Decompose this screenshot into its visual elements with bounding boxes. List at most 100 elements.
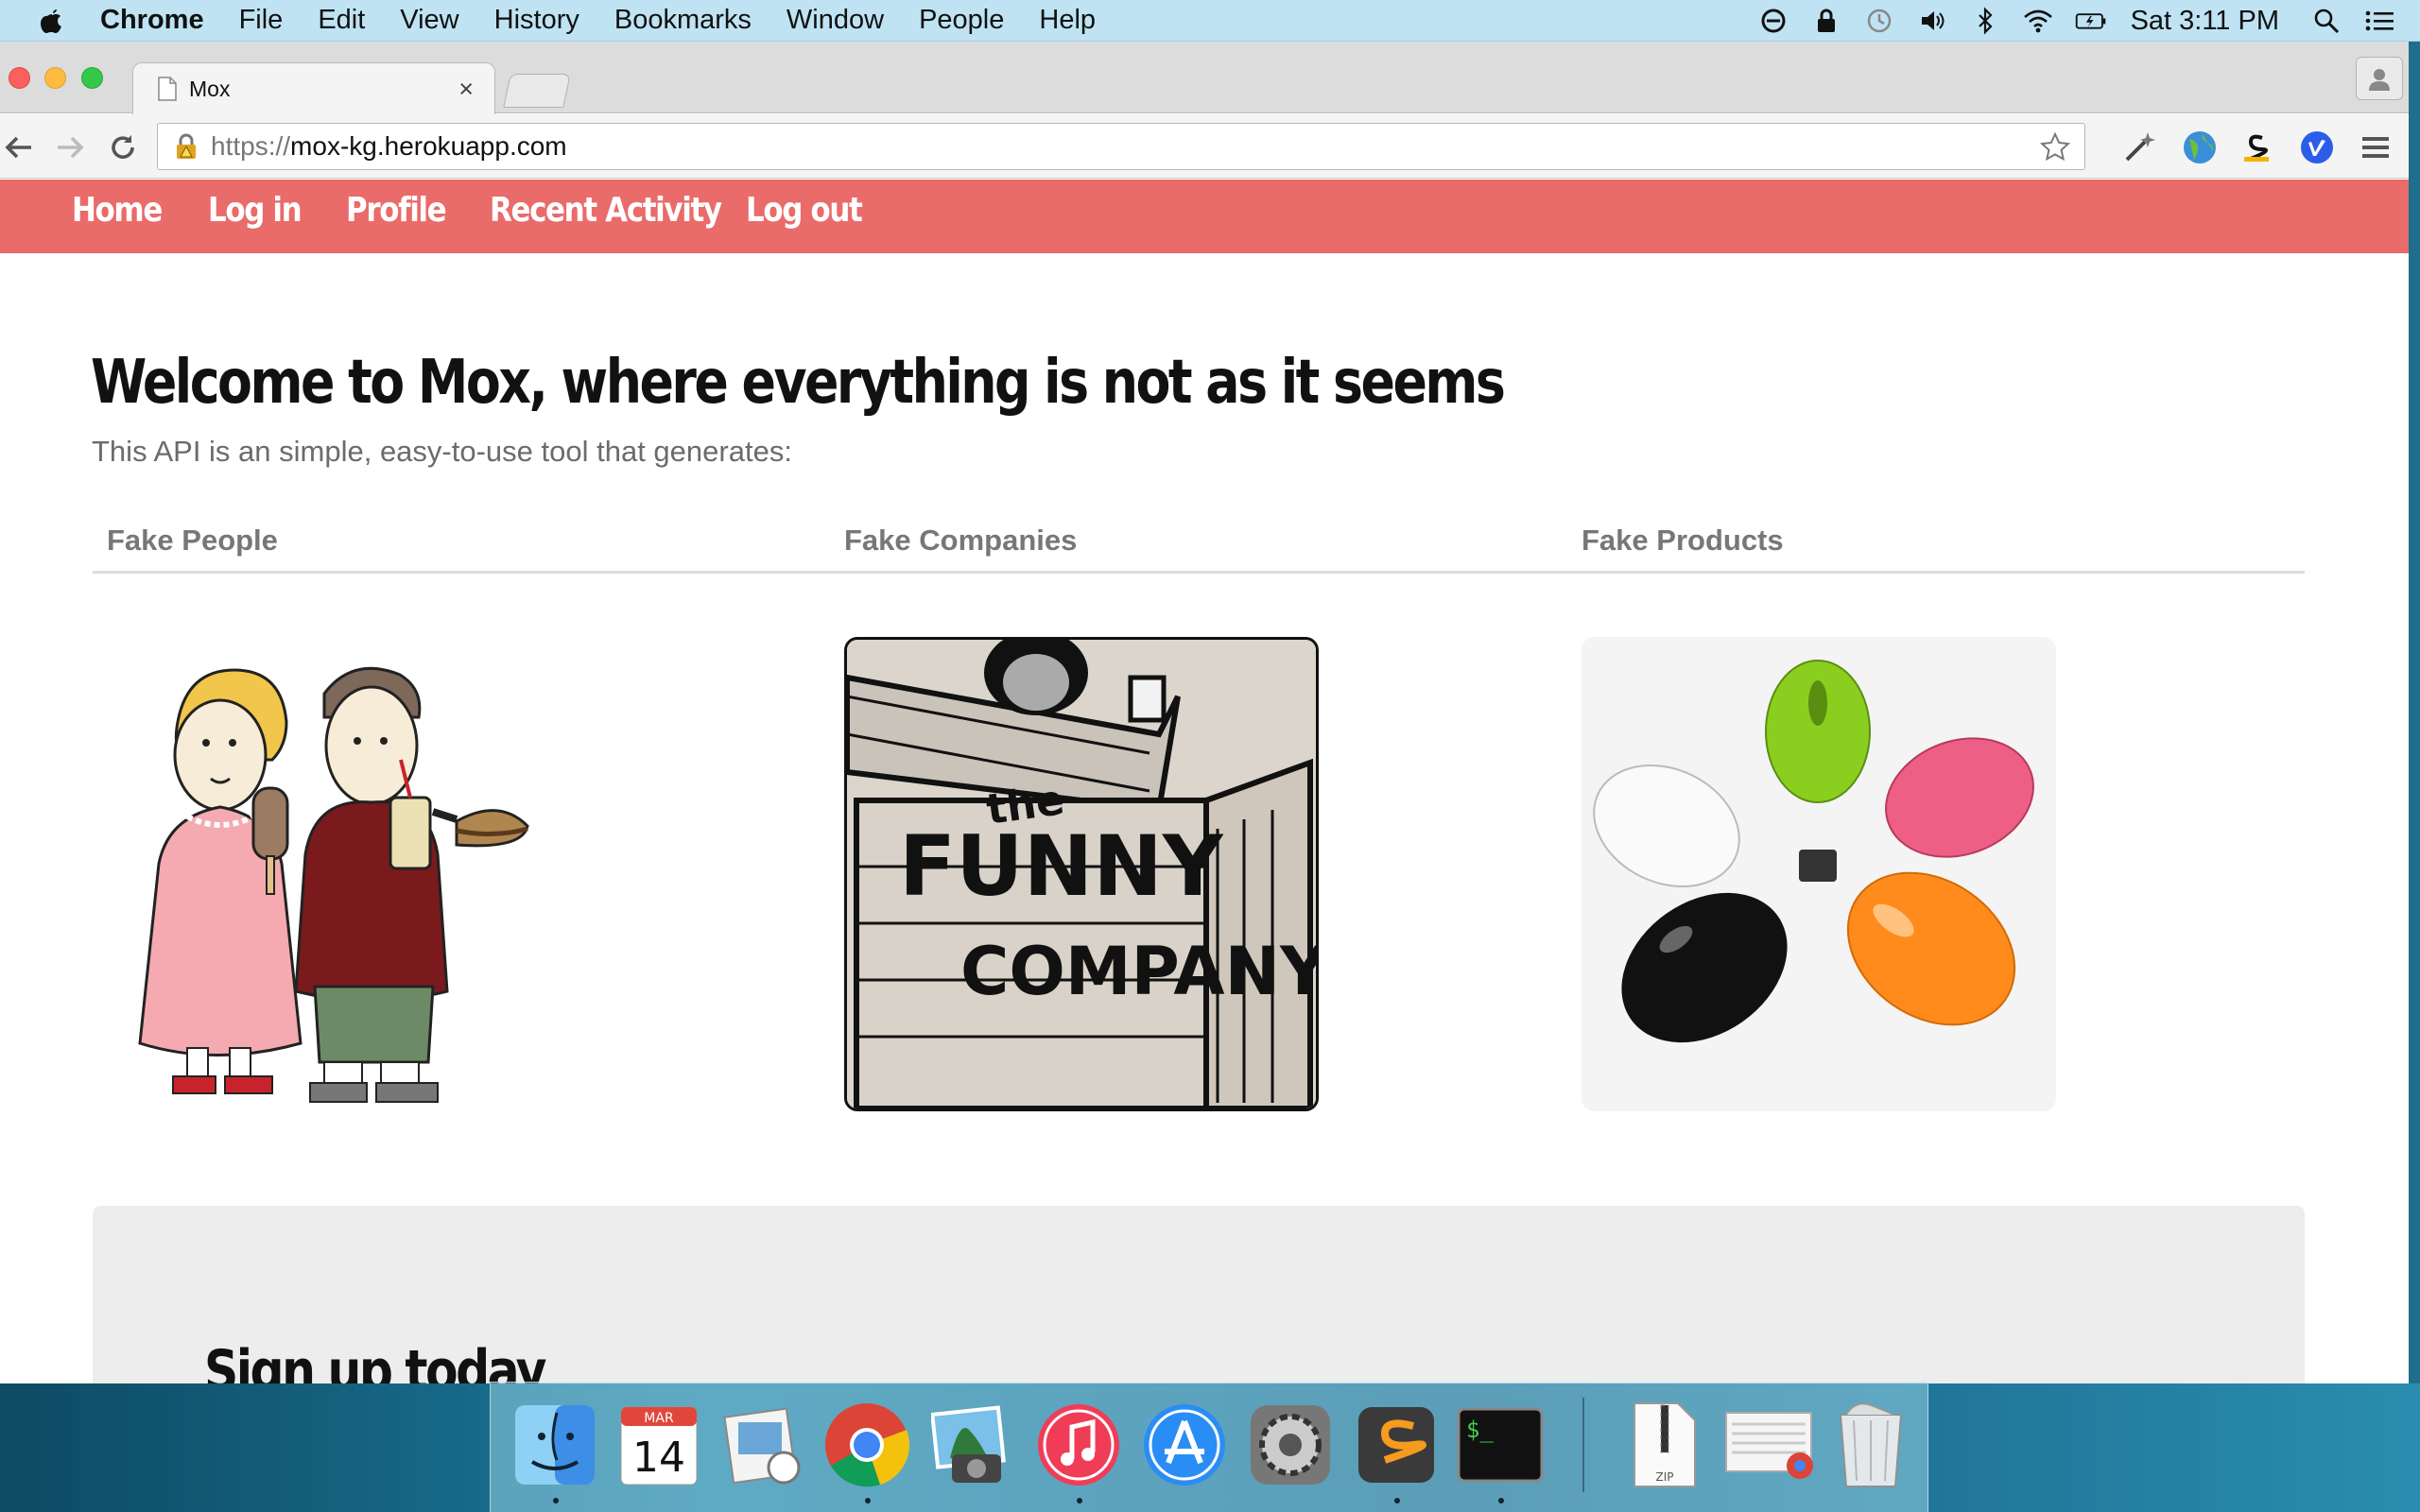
lock-icon[interactable]: [1810, 7, 1842, 35]
reload-button[interactable]: [104, 129, 142, 166]
menu-edit[interactable]: Edit: [318, 5, 365, 36]
dock: MAR 14 $_ ZIP: [490, 1382, 1928, 1512]
column-heading-fake-people: Fake People: [107, 524, 278, 557]
dock-finder[interactable]: [510, 1400, 600, 1503]
menu-people[interactable]: People: [919, 5, 1004, 36]
battery-icon[interactable]: [2075, 7, 2107, 35]
page-title: Welcome to Mox, where everything is not …: [91, 348, 1506, 418]
dock-calendar[interactable]: MAR 14: [614, 1400, 704, 1490]
menu-history[interactable]: History: [494, 5, 579, 36]
menu-file[interactable]: File: [239, 5, 284, 36]
status-area: Sat 3:11 PM: [1747, 0, 2420, 42]
address-bar[interactable]: https:// mox-kg.herokuapp.com: [157, 123, 2085, 170]
itunes-icon: [1038, 1404, 1119, 1486]
chrome-menu-icon[interactable]: [2358, 129, 2394, 165]
fake-products-image: [1582, 637, 2056, 1111]
divider: [93, 571, 2305, 574]
dock-chrome[interactable]: [821, 1400, 912, 1503]
dock-archive-zip[interactable]: ZIP: [1619, 1400, 1710, 1490]
column-heading-fake-companies: Fake Companies: [844, 524, 1078, 557]
running-indicator: [553, 1498, 559, 1503]
nav-log-out[interactable]: Log out: [746, 191, 863, 230]
profile-button[interactable]: [2356, 57, 2403, 100]
nav-recent-activity[interactable]: Recent Activity: [490, 191, 722, 230]
dock-separator: [1582, 1398, 1584, 1492]
company-sign-company: COMPANY: [960, 933, 1316, 1010]
url-scheme: https://: [211, 131, 291, 161]
reload-icon: [112, 135, 134, 159]
browser-window: Mox × https:// mox-kg.herokuapp.com Home…: [0, 42, 2409, 1383]
new-tab-button[interactable]: [503, 74, 571, 108]
sublime-text-icon: [1358, 1407, 1434, 1483]
finder-icon: [515, 1405, 595, 1485]
signup-panel: Sign up today: [93, 1206, 2305, 1383]
preview-icon: [723, 1407, 801, 1485]
calendar-day: 14: [632, 1434, 685, 1482]
do-not-disturb-icon[interactable]: [1757, 7, 1789, 35]
nav-home[interactable]: Home: [72, 191, 163, 230]
downloads-stack-icon: [1725, 1412, 1813, 1479]
page-favicon-icon: [158, 77, 177, 101]
page-intro: This API is an simple, easy-to-use tool …: [92, 435, 792, 468]
dock-trash[interactable]: [1825, 1400, 1916, 1490]
dock-system-preferences[interactable]: [1245, 1400, 1336, 1490]
macos-menu-bar: Chrome File Edit View History Bookmarks …: [0, 0, 2420, 42]
person-icon: [2369, 69, 2390, 91]
company-sign-funny: FUNNY: [899, 817, 1224, 915]
site-navbar: Home Log in Profile Recent Activity Log …: [0, 180, 2409, 253]
apple-menu-icon[interactable]: [38, 7, 66, 35]
tab-strip: Mox ×: [0, 42, 2409, 114]
volume-icon[interactable]: [1916, 7, 1948, 35]
tab-mox[interactable]: Mox ×: [132, 62, 495, 114]
forward-button[interactable]: [51, 129, 89, 166]
back-button[interactable]: [0, 129, 38, 166]
menu-help[interactable]: Help: [1039, 5, 1096, 36]
wand-extension-icon[interactable]: [2121, 129, 2157, 165]
window-minimize-button[interactable]: [44, 67, 66, 89]
bookmark-star-icon[interactable]: [2039, 131, 2071, 163]
fake-companies-image: the FUNNY COMPANY: [844, 637, 1319, 1111]
globe-extension-icon[interactable]: [2182, 129, 2218, 165]
svg-text:$_: $_: [1466, 1417, 1494, 1443]
window-zoom-button[interactable]: [81, 67, 103, 89]
time-machine-icon[interactable]: [1863, 7, 1895, 35]
dock-preview[interactable]: [717, 1400, 808, 1490]
tab-close-icon[interactable]: ×: [458, 75, 474, 104]
vimeo-extension-icon[interactable]: [2299, 129, 2335, 165]
dock-downloads-stack[interactable]: [1720, 1400, 1824, 1490]
s-extension-icon[interactable]: [2238, 129, 2274, 165]
dock-sublime-text[interactable]: [1351, 1400, 1442, 1503]
menubar-clock[interactable]: Sat 3:11 PM: [2131, 6, 2279, 37]
chrome-icon: [825, 1403, 909, 1487]
iphoto-icon: [931, 1405, 1006, 1483]
dock-itunes[interactable]: [1033, 1400, 1124, 1503]
zip-label: ZIP: [1656, 1470, 1674, 1484]
menu-window[interactable]: Window: [786, 5, 884, 36]
dock-iphoto[interactable]: [927, 1400, 1018, 1490]
fake-people-image: [121, 637, 596, 1111]
back-arrow-icon: [5, 136, 31, 159]
nav-log-in[interactable]: Log in: [208, 191, 302, 230]
insecure-lock-warning-icon[interactable]: [171, 131, 201, 162]
calendar-icon: MAR 14: [620, 1406, 698, 1486]
menu-view[interactable]: View: [400, 5, 458, 36]
notification-center-icon[interactable]: [2363, 7, 2395, 35]
zip-file-icon: ZIP: [1634, 1402, 1696, 1487]
dock-terminal[interactable]: $_: [1455, 1400, 1546, 1503]
running-indicator: [865, 1498, 871, 1503]
running-indicator: [1498, 1498, 1504, 1503]
trash-icon: [1839, 1402, 1903, 1487]
bluetooth-icon[interactable]: [1969, 7, 2001, 35]
nav-profile[interactable]: Profile: [346, 191, 447, 230]
menu-app-chrome[interactable]: Chrome: [100, 5, 204, 36]
tab-title: Mox: [189, 76, 231, 101]
url-host: mox-kg.herokuapp.com: [290, 131, 567, 161]
dock-app-store[interactable]: [1139, 1400, 1230, 1490]
menu-bookmarks[interactable]: Bookmarks: [614, 5, 752, 36]
spotlight-icon[interactable]: [2310, 7, 2342, 35]
column-heading-fake-products: Fake Products: [1582, 524, 1784, 557]
wifi-icon[interactable]: [2022, 7, 2054, 35]
window-close-button[interactable]: [9, 67, 30, 89]
running-indicator: [1077, 1498, 1082, 1503]
system-preferences-icon: [1251, 1405, 1330, 1485]
